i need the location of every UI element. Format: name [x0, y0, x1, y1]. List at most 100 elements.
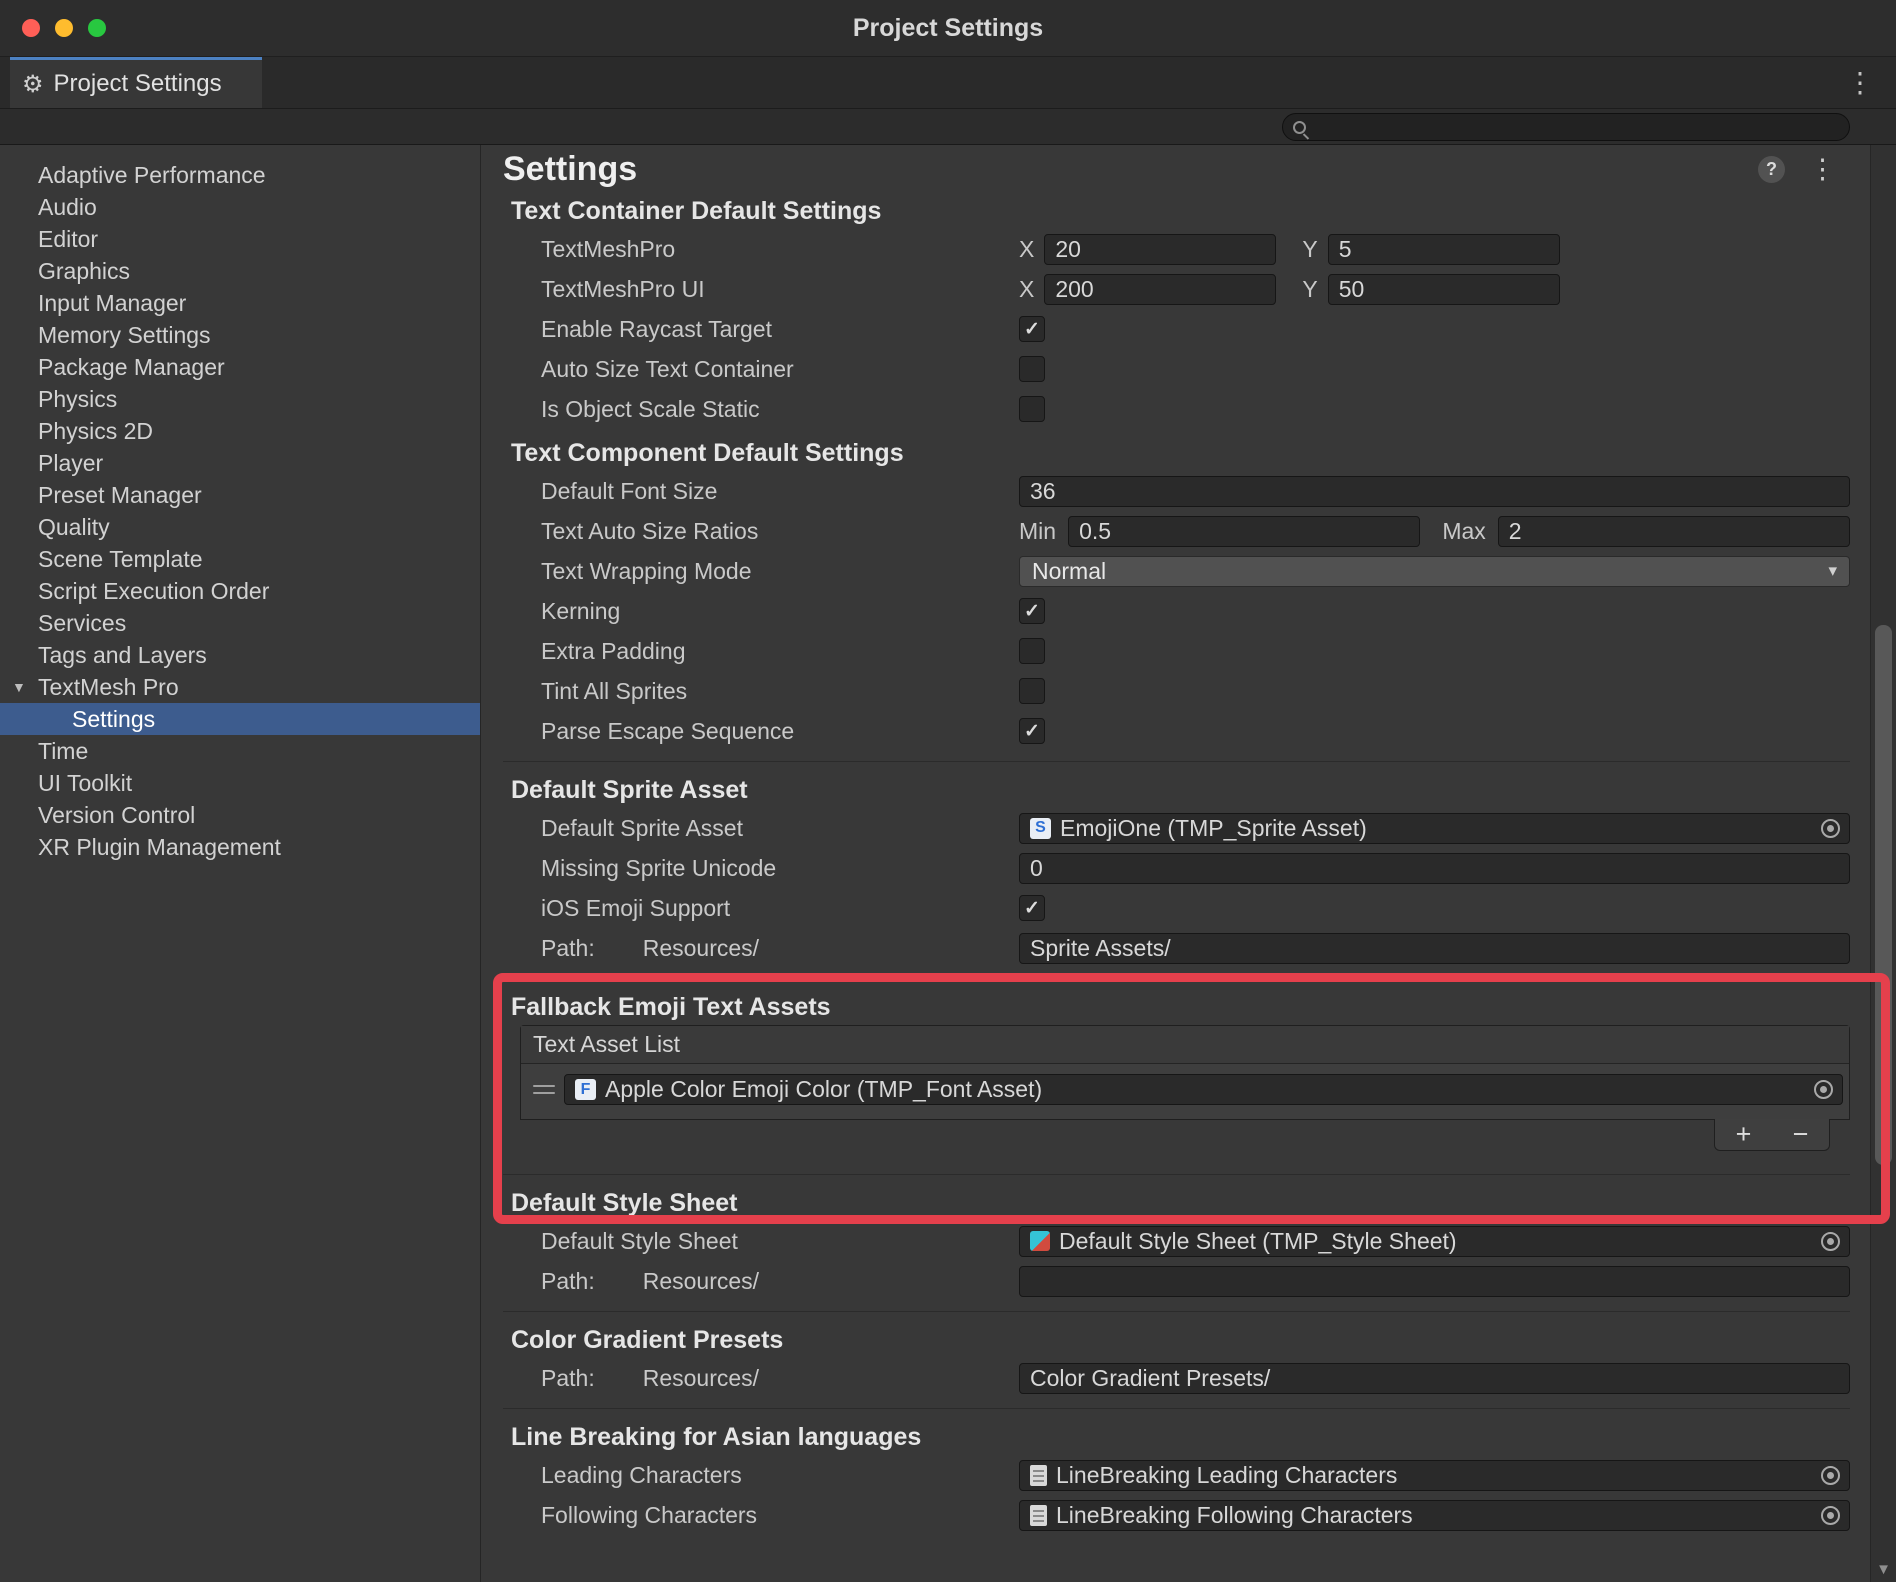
- zoom-button[interactable]: [88, 19, 106, 37]
- sidebar-item-label: Time: [38, 738, 88, 765]
- sidebar-item-label: Graphics: [38, 258, 130, 285]
- default-font-size-field[interactable]: 36: [1019, 476, 1850, 507]
- row-value: 36: [1011, 476, 1850, 507]
- sidebar-item-physics[interactable]: Physics: [0, 383, 480, 415]
- foldout-arrow-icon[interactable]: ▼: [12, 679, 26, 695]
- kerning-checkbox[interactable]: ✓: [1019, 598, 1045, 624]
- sidebar-item-quality[interactable]: Quality: [0, 511, 480, 543]
- section-fallback-emoji-text-assets: Fallback Emoji Text AssetsText Asset Lis…: [503, 989, 1850, 1164]
- object-picker-icon[interactable]: [1814, 1080, 1833, 1099]
- add-item-button[interactable]: +: [1726, 1121, 1762, 1148]
- sidebar-item-label: Player: [38, 450, 103, 477]
- row-label: Following Characters: [503, 1502, 1011, 1529]
- ios-emoji-support-checkbox[interactable]: ✓: [1019, 895, 1045, 921]
- default-sprite-asset-object-field[interactable]: SEmojiOne (TMP_Sprite Asset): [1019, 813, 1850, 844]
- is-object-scale-static-checkbox[interactable]: [1019, 396, 1045, 422]
- tab-project-settings[interactable]: ⚙ Project Settings: [10, 57, 262, 108]
- sidebar-item-physics-2d[interactable]: Physics 2D: [0, 415, 480, 447]
- sidebar-item-settings[interactable]: Settings: [0, 703, 480, 735]
- sidebar-item-adaptive-performance[interactable]: Adaptive Performance: [0, 159, 480, 191]
- tint-all-sprites-checkbox[interactable]: [1019, 678, 1045, 704]
- section-title: Color Gradient Presets: [503, 1322, 1850, 1358]
- scrollbar-thumb[interactable]: [1875, 625, 1892, 1165]
- object-field-text: LineBreaking Following Characters: [1056, 1502, 1812, 1529]
- sidebar-item-editor[interactable]: Editor: [0, 223, 480, 255]
- row-label-text: Tint All Sprites: [541, 678, 687, 705]
- object-picker-icon[interactable]: [1821, 1466, 1840, 1485]
- row-value: [1011, 638, 1850, 664]
- row-value: LineBreaking Leading Characters: [1011, 1460, 1850, 1491]
- row-label-text: Enable Raycast Target: [541, 316, 772, 343]
- sidebar-item-ui-toolkit[interactable]: UI Toolkit: [0, 767, 480, 799]
- path-resources-field[interactable]: Sprite Assets/: [1019, 933, 1850, 964]
- enable-raycast-target-checkbox[interactable]: ✓: [1019, 316, 1045, 342]
- sidebar-item-time[interactable]: Time: [0, 735, 480, 767]
- check-icon: ✓: [1024, 320, 1040, 339]
- sidebar-item-version-control[interactable]: Version Control: [0, 799, 480, 831]
- remove-item-button[interactable]: −: [1783, 1121, 1819, 1148]
- sidebar-item-memory-settings[interactable]: Memory Settings: [0, 319, 480, 351]
- sidebar-item-script-execution-order[interactable]: Script Execution Order: [0, 575, 480, 607]
- row-label: Extra Padding: [503, 638, 1011, 665]
- text-wrapping-mode-dropdown[interactable]: Normal▾: [1019, 556, 1850, 587]
- search-input[interactable]: [1314, 116, 1839, 139]
- scroll-down-arrow-icon[interactable]: ▼: [1871, 1561, 1896, 1578]
- row-label: Leading Characters: [503, 1462, 1011, 1489]
- default-style-sheet-object-field[interactable]: Default Style Sheet (TMP_Style Sheet): [1019, 1226, 1850, 1257]
- help-icon[interactable]: ?: [1758, 156, 1785, 183]
- sidebar-item-scene-template[interactable]: Scene Template: [0, 543, 480, 575]
- section-title: Line Breaking for Asian languages: [503, 1419, 1850, 1455]
- sidebar-item-player[interactable]: Player: [0, 447, 480, 479]
- sidebar-item-package-manager[interactable]: Package Manager: [0, 351, 480, 383]
- section-divider: [503, 1311, 1850, 1312]
- drag-handle-icon[interactable]: [533, 1085, 555, 1094]
- sidebar-item-preset-manager[interactable]: Preset Manager: [0, 479, 480, 511]
- sidebar-item-audio[interactable]: Audio: [0, 191, 480, 223]
- extra-padding-checkbox[interactable]: [1019, 638, 1045, 664]
- dropdown-caret-icon: ▾: [1828, 561, 1837, 581]
- row-label-text: Extra Padding: [541, 638, 685, 665]
- following-characters-object-field[interactable]: LineBreaking Following Characters: [1019, 1500, 1850, 1531]
- text-auto-size-ratios-max-field[interactable]: 2: [1498, 516, 1850, 547]
- tabbar-menu-icon[interactable]: ⋮: [1838, 57, 1882, 108]
- sidebar-item-input-manager[interactable]: Input Manager: [0, 287, 480, 319]
- minimize-button[interactable]: [55, 19, 73, 37]
- close-button[interactable]: [22, 19, 40, 37]
- list-item[interactable]: FApple Color Emoji Color (TMP_Font Asset…: [521, 1064, 1849, 1119]
- leading-characters-object-field[interactable]: LineBreaking Leading Characters: [1019, 1460, 1850, 1491]
- search-box[interactable]: [1282, 113, 1850, 141]
- vertical-scrollbar[interactable]: ▼: [1870, 145, 1896, 1582]
- textmeshpro-x-field[interactable]: 20: [1044, 234, 1276, 265]
- parse-escape-sequence-checkbox[interactable]: ✓: [1019, 718, 1045, 744]
- sidebar-item-label: XR Plugin Management: [38, 834, 281, 861]
- text-auto-size-ratios-min-field[interactable]: 0.5: [1068, 516, 1420, 547]
- sidebar-item-graphics[interactable]: Graphics: [0, 255, 480, 287]
- path-resources-field[interactable]: Color Gradient Presets/: [1019, 1363, 1850, 1394]
- textmeshpro-y-field[interactable]: 5: [1328, 234, 1560, 265]
- sidebar-list: Adaptive PerformanceAudioEditor GraphicsI…: [0, 159, 480, 863]
- sidebar-item-textmesh-pro[interactable]: ▼TextMesh Pro: [0, 671, 480, 703]
- sidebar-item-services[interactable]: Services: [0, 607, 480, 639]
- sidebar-item-label: UI Toolkit: [38, 770, 132, 797]
- settings-row: iOS Emoji Support✓: [503, 888, 1850, 928]
- row-value: Default Style Sheet (TMP_Style Sheet): [1011, 1226, 1850, 1257]
- section-divider: [503, 761, 1850, 762]
- apple-color-emoji-color-tmp-font-asset-object-field[interactable]: FApple Color Emoji Color (TMP_Font Asset…: [564, 1074, 1843, 1105]
- section-default-sprite-asset: Default Sprite AssetDefault Sprite Asset…: [503, 772, 1850, 968]
- auto-size-text-container-checkbox[interactable]: [1019, 356, 1045, 382]
- textmeshpro-ui-y-field[interactable]: 50: [1328, 274, 1560, 305]
- object-picker-icon[interactable]: [1821, 1232, 1840, 1251]
- row-label-text: Missing Sprite Unicode: [541, 855, 776, 882]
- options-menu-icon[interactable]: ⋮: [1809, 154, 1836, 185]
- textmeshpro-ui-x-field[interactable]: 200: [1044, 274, 1276, 305]
- sidebar-item-tags-and-layers[interactable]: Tags and Layers: [0, 639, 480, 671]
- row-label-text: Following Characters: [541, 1502, 757, 1529]
- row-value: ✓: [1011, 598, 1850, 624]
- sidebar-item-xr-plugin-management[interactable]: XR Plugin Management: [0, 831, 480, 863]
- path-resources-field[interactable]: [1019, 1266, 1850, 1297]
- object-picker-icon[interactable]: [1821, 1506, 1840, 1525]
- object-picker-icon[interactable]: [1821, 819, 1840, 838]
- missing-sprite-unicode-field[interactable]: 0: [1019, 853, 1850, 884]
- search-icon: [1293, 121, 1306, 134]
- list-header: Text Asset List: [521, 1026, 1849, 1064]
